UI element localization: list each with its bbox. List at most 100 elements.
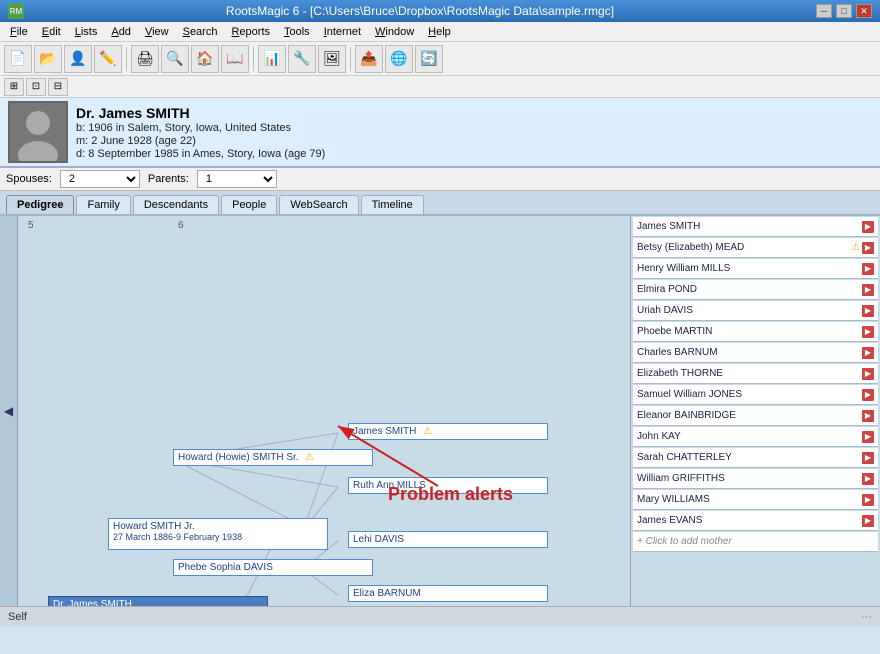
window-controls: ─ □ ✕ xyxy=(816,4,872,18)
ancestor-james-smith[interactable]: James SMITH ▶ xyxy=(633,217,878,237)
ancestor-add-mother[interactable]: + Click to add mother xyxy=(633,532,878,552)
tab-descendants[interactable]: Descendants xyxy=(133,195,219,214)
toolbar-print[interactable]: 🖨 xyxy=(131,45,159,73)
ancestor-eleanor-bainbridge[interactable]: Eleanor BAINBRIDGE ▶ xyxy=(633,406,878,426)
scroll-left-button[interactable]: ◀ xyxy=(0,216,18,606)
tab-pedigree[interactable]: Pedigree xyxy=(6,195,74,214)
toolbar-sync[interactable]: 🔄 xyxy=(415,45,443,73)
toolbar-media[interactable]: 🖼 xyxy=(318,45,346,73)
ancestor-arrow-charles-barnum[interactable]: ▶ xyxy=(862,347,874,359)
ancestor-arrow-eleanor-bainbridge[interactable]: ▶ xyxy=(862,410,874,422)
person-info: Dr. James SMITH b: 1906 in Salem, Story,… xyxy=(76,105,872,160)
stb-btn1[interactable]: ⊞ xyxy=(4,78,24,96)
ancestor-william-griffiths[interactable]: William GRIFFITHS ▶ xyxy=(633,469,878,489)
person-name: Dr. James SMITH xyxy=(76,105,872,121)
toolbar-publish[interactable]: 📤 xyxy=(355,45,383,73)
ancestor-charles-barnum[interactable]: Charles BARNUM ▶ xyxy=(633,343,878,363)
menu-file[interactable]: File xyxy=(4,25,34,39)
toolbar-add-person[interactable]: 👤 xyxy=(64,45,92,73)
ancestor-arrow-elizabeth-thorne[interactable]: ▶ xyxy=(862,368,874,380)
pedigree-phebe-davis[interactable]: Phebe Sophia DAVIS xyxy=(173,559,373,576)
tab-timeline[interactable]: Timeline xyxy=(361,195,424,214)
ancestor-arrow-samuel-jones[interactable]: ▶ xyxy=(862,389,874,401)
tab-family[interactable]: Family xyxy=(76,195,130,214)
menu-tools[interactable]: Tools xyxy=(278,25,316,39)
person-panel: Dr. James SMITH b: 1906 in Salem, Story,… xyxy=(0,98,880,168)
menu-add[interactable]: Add xyxy=(105,25,137,39)
menu-search[interactable]: Search xyxy=(177,25,224,39)
ancestor-arrow-james-smith[interactable]: ▶ xyxy=(862,221,874,233)
menu-view[interactable]: View xyxy=(139,25,175,39)
ancestor-betsy-mead[interactable]: Betsy (Elizabeth) MEAD ⚠ ▶ xyxy=(633,238,878,258)
howard-jr-dates: 27 March 1886-9 February 1938 xyxy=(113,532,323,542)
menu-reports[interactable]: Reports xyxy=(225,25,276,39)
ancestor-arrow-sarah-chatterley[interactable]: ▶ xyxy=(862,452,874,464)
ancestor-arrow-phoebe-martin[interactable]: ▶ xyxy=(862,326,874,338)
dropdown-area: Spouses: 2 Parents: 1 xyxy=(0,168,880,191)
ancestor-arrow-mary-williams[interactable]: ▶ xyxy=(862,494,874,506)
toolbar-search[interactable]: 🔍 xyxy=(161,45,189,73)
ancestor-phoebe-martin[interactable]: Phoebe MARTIN ▶ xyxy=(633,322,878,342)
toolbar-web[interactable]: 🌐 xyxy=(385,45,413,73)
howard-jr-name: Howard SMITH Jr. xyxy=(113,521,323,532)
menu-edit[interactable]: Edit xyxy=(36,25,67,39)
toolbar-report[interactable]: 📊 xyxy=(258,45,286,73)
tabs: Pedigree Family Descendants People WebSe… xyxy=(0,191,880,216)
resize-grip: ⋯ xyxy=(861,610,872,623)
ancestor-arrow-william-griffiths[interactable]: ▶ xyxy=(862,473,874,485)
ancestor-elizabeth-thorne[interactable]: Elizabeth THORNE ▶ xyxy=(633,364,878,384)
minimize-button[interactable]: ─ xyxy=(816,4,832,18)
ancestor-samuel-jones[interactable]: Samuel William JONES ▶ xyxy=(633,385,878,405)
ancestor-arrow-betsy-mead[interactable]: ▶ xyxy=(862,242,874,254)
selected-name: Dr. James SMITH xyxy=(53,599,263,606)
person-photo xyxy=(8,101,68,163)
close-button[interactable]: ✕ xyxy=(856,4,872,18)
ancestor-arrow-elmira-pond[interactable]: ▶ xyxy=(862,284,874,296)
maximize-button[interactable]: □ xyxy=(836,4,852,18)
toolbar-sep3 xyxy=(350,47,351,71)
toolbar-new[interactable]: 📄 xyxy=(4,45,32,73)
parents-dropdown[interactable]: 1 xyxy=(197,170,277,188)
tab-websearch[interactable]: WebSearch xyxy=(279,195,358,214)
ancestor-uriah-davis[interactable]: Uriah DAVIS ▶ xyxy=(633,301,878,321)
toolbar-open[interactable]: 📂 xyxy=(34,45,62,73)
ancestor-mary-williams[interactable]: Mary WILLIAMS ▶ xyxy=(633,490,878,510)
ancestor-sarah-chatterley[interactable]: Sarah CHATTERLEY ▶ xyxy=(633,448,878,468)
person-marriage: m: 2 June 1928 (age 22) xyxy=(76,135,872,147)
stb-btn2[interactable]: ⊡ xyxy=(26,78,46,96)
main-area: ◀ 5 6 xyxy=(0,216,880,606)
ancestor-john-kay[interactable]: John KAY ▶ xyxy=(633,427,878,447)
toolbar-tools[interactable]: 🔧 xyxy=(288,45,316,73)
menu-internet[interactable]: Internet xyxy=(318,25,367,39)
ancestor-james-evans[interactable]: James EVANS ▶ xyxy=(633,511,878,531)
sub-toolbar: ⊞ ⊡ ⊟ xyxy=(0,76,880,98)
pedigree-selected-person[interactable]: Dr. James SMITH 1906-8 September 1985 xyxy=(48,596,268,606)
toolbar-book[interactable]: 📖 xyxy=(221,45,249,73)
pedigree-howard-jr[interactable]: Howard SMITH Jr. 27 March 1886-9 Februar… xyxy=(108,518,328,550)
menu-help[interactable]: Help xyxy=(422,25,457,39)
ancestor-arrow-henry-mills[interactable]: ▶ xyxy=(862,263,874,275)
betsy-warning-icon: ⚠ xyxy=(851,242,860,253)
pedigree-howard-sr[interactable]: Howard (Howie) SMITH Sr. xyxy=(173,449,373,466)
toolbar-edit[interactable]: ✏️ xyxy=(94,45,122,73)
ancestor-arrow-james-evans[interactable]: ▶ xyxy=(862,515,874,527)
ancestor-arrow-uriah-davis[interactable]: ▶ xyxy=(862,305,874,317)
toolbar-home[interactable]: 🏠 xyxy=(191,45,219,73)
gen-label-5: 5 xyxy=(28,220,34,231)
app-logo: RM xyxy=(8,3,24,19)
pedigree-eliza-barnum[interactable]: Eliza BARNUM xyxy=(348,585,548,602)
menu-window[interactable]: Window xyxy=(369,25,420,39)
pedigree-lehi-davis[interactable]: Lehi DAVIS xyxy=(348,531,548,548)
pedigree-area: 5 6 xyxy=(18,216,630,606)
status-text: Self xyxy=(8,611,27,623)
stb-btn3[interactable]: ⊟ xyxy=(48,78,68,96)
pedigree-james-smith-top[interactable]: James SMITH xyxy=(348,423,548,440)
pedigree-ruth-ann[interactable]: Ruth Ann MILLS xyxy=(348,477,548,494)
tab-people[interactable]: People xyxy=(221,195,277,214)
spouses-dropdown[interactable]: 2 xyxy=(60,170,140,188)
ancestor-henry-mills[interactable]: Henry William MILLS ▶ xyxy=(633,259,878,279)
gen-label-6: 6 xyxy=(178,220,184,231)
ancestor-arrow-john-kay[interactable]: ▶ xyxy=(862,431,874,443)
ancestor-elmira-pond[interactable]: Elmira POND ▶ xyxy=(633,280,878,300)
menu-lists[interactable]: Lists xyxy=(69,25,104,39)
